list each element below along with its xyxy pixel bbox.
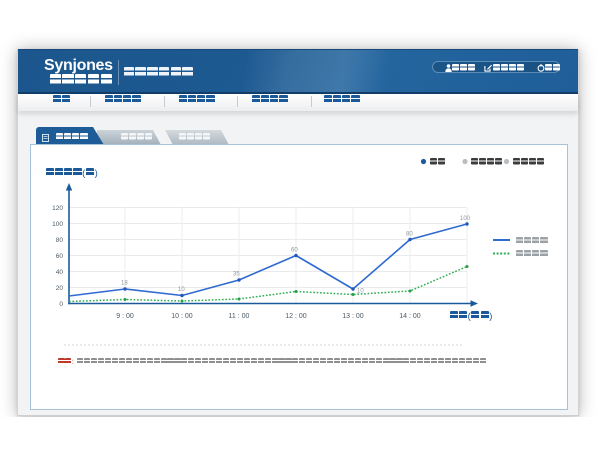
svg-text:40: 40 xyxy=(56,269,64,276)
svg-text:60: 60 xyxy=(291,248,298,254)
svg-text:18: 18 xyxy=(121,281,128,287)
svg-text:10 : 00: 10 : 00 xyxy=(171,313,193,320)
svg-text:9 : 00: 9 : 00 xyxy=(116,313,134,320)
svg-text:120: 120 xyxy=(52,205,63,212)
svg-text:35: 35 xyxy=(233,272,240,278)
svg-text:80: 80 xyxy=(56,237,64,244)
svg-text:20: 20 xyxy=(56,285,64,292)
svg-text:100: 100 xyxy=(460,216,471,222)
svg-text:11 : 00: 11 : 00 xyxy=(229,313,250,320)
svg-text:100: 100 xyxy=(52,221,63,228)
svg-text:14 : 00: 14 : 00 xyxy=(399,313,421,320)
svg-text:60: 60 xyxy=(56,253,64,260)
svg-text:13 : 00: 13 : 00 xyxy=(342,313,364,320)
svg-text:0: 0 xyxy=(59,301,63,308)
svg-text:80: 80 xyxy=(406,232,413,238)
svg-text:12 : 00: 12 : 00 xyxy=(285,313,307,320)
svg-text:10: 10 xyxy=(178,287,185,293)
svg-text:10: 10 xyxy=(357,289,364,295)
